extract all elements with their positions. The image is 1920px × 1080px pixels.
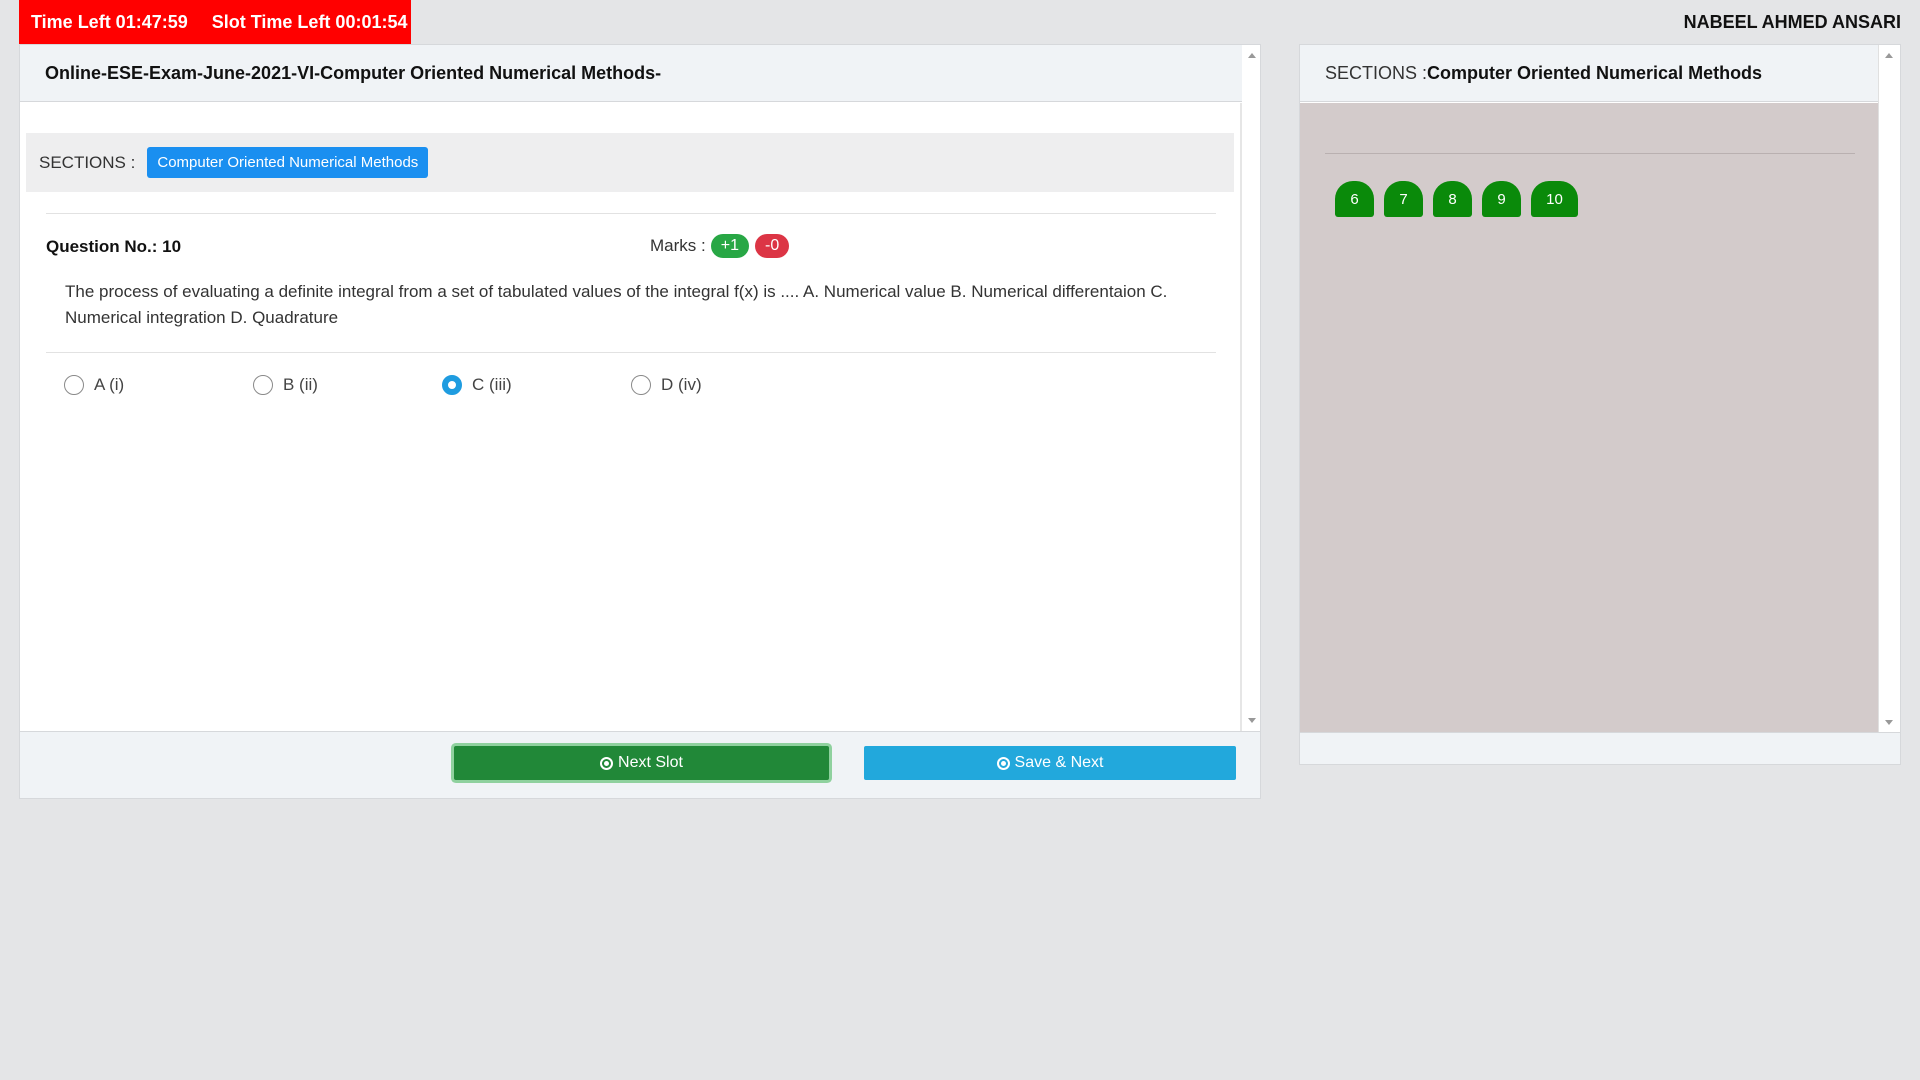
- palette-scrollbar[interactable]: [1878, 45, 1900, 733]
- dot-circle-icon: [600, 756, 614, 770]
- exam-footer: Next Slot Save & Next: [20, 731, 1260, 798]
- marks-label: Marks :: [650, 236, 706, 255]
- option-label: D (iv): [661, 375, 702, 394]
- question-button-8[interactable]: 8: [1433, 181, 1472, 217]
- question-text: The process of evaluating a definite int…: [65, 282, 1168, 327]
- question-number: Question No.: 10: [46, 237, 182, 256]
- sections-row: SECTIONS : Computer Oriented Numerical M…: [26, 133, 1234, 192]
- exam-title: Online-ESE-Exam-June-2021-VI-Computer Or…: [20, 45, 1260, 102]
- sections-label: SECTIONS :: [39, 152, 136, 172]
- option-b[interactable]: B (ii): [253, 375, 442, 395]
- next-slot-button[interactable]: Next Slot: [454, 746, 829, 780]
- save-and-next-button[interactable]: Save & Next: [864, 746, 1236, 780]
- section-tab[interactable]: Computer Oriented Numerical Methods: [147, 147, 429, 178]
- save-next-label: Save & Next: [1014, 754, 1104, 771]
- palette-body: 6 7 8 9 10: [1300, 103, 1880, 733]
- exam-scrollbar[interactable]: [1242, 45, 1260, 731]
- option-label: A (i): [94, 375, 125, 394]
- option-label: C (iii): [472, 375, 512, 394]
- next-slot-label: Next Slot: [618, 754, 683, 771]
- time-left: Time Left 01:47:59: [31, 11, 188, 32]
- question-button-9[interactable]: 9: [1482, 181, 1521, 217]
- user-name: NABEEL AHMED ANSARI: [1683, 12, 1901, 32]
- option-a[interactable]: A (i): [64, 375, 253, 395]
- scroll-up-arrow-icon[interactable]: [1885, 53, 1893, 58]
- slot-time-left: Slot Time Left 00:01:54: [211, 11, 408, 32]
- option-label: B (ii): [283, 375, 318, 394]
- option-c[interactable]: C (iii): [442, 375, 631, 395]
- divider: [46, 352, 1216, 353]
- palette-sections-prefix: SECTIONS :: [1325, 62, 1428, 83]
- exam-panel: Online-ESE-Exam-June-2021-VI-Computer Or…: [19, 44, 1261, 799]
- radio-button-selected[interactable]: [442, 375, 462, 395]
- question-button-6[interactable]: 6: [1335, 181, 1374, 217]
- palette-footer: [1300, 732, 1900, 764]
- palette-header: SECTIONS : Computer Oriented Numerical Me…: [1300, 45, 1878, 102]
- divider: [46, 213, 1216, 214]
- radio-button[interactable]: [64, 375, 84, 395]
- divider: [1325, 153, 1855, 154]
- scroll-up-arrow-icon[interactable]: [1248, 53, 1256, 58]
- marks: Marks : +1 -0: [650, 234, 795, 258]
- scroll-down-arrow-icon[interactable]: [1885, 720, 1893, 725]
- positive-marks-badge: +1: [710, 234, 749, 258]
- timer-bar: Time Left 01:47:59 Slot Time Left 00:01:…: [19, 0, 411, 44]
- option-d[interactable]: D (iv): [631, 375, 820, 395]
- scroll-down-arrow-icon[interactable]: [1248, 718, 1256, 723]
- question-button-10[interactable]: 10: [1531, 181, 1578, 217]
- question-button-7[interactable]: 7: [1384, 181, 1423, 217]
- question-palette-panel: SECTIONS : Computer Oriented Numerical Me…: [1299, 44, 1901, 765]
- answer-options: A (i) B (ii) C (iii) D (iv): [64, 375, 820, 395]
- dot-circle-icon: [996, 756, 1010, 770]
- question-buttons: 6 7 8 9 10: [1335, 181, 1588, 217]
- negative-marks-badge: -0: [754, 234, 790, 258]
- radio-button[interactable]: [253, 375, 273, 395]
- palette-section-name: Computer Oriented Numerical Methods: [1427, 62, 1763, 83]
- radio-button[interactable]: [631, 375, 651, 395]
